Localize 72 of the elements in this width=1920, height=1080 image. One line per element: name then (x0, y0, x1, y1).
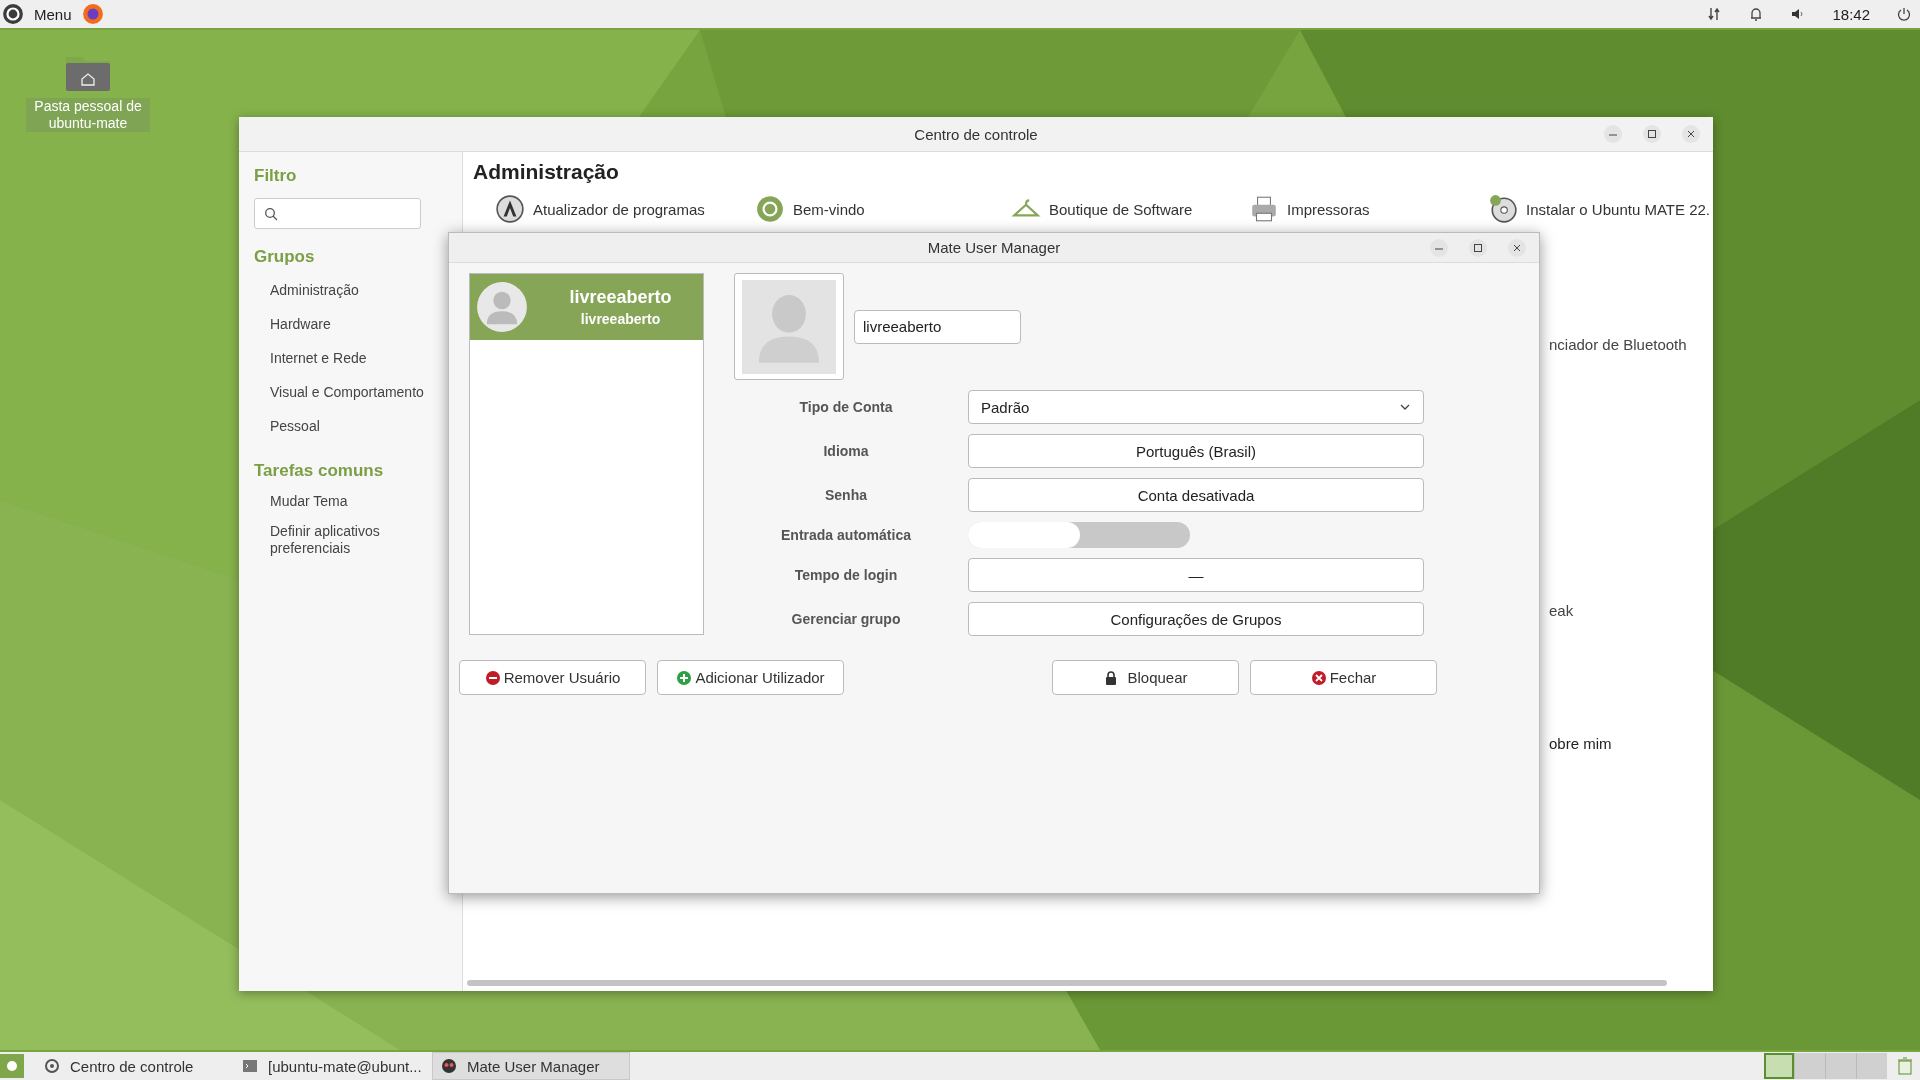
show-desktop-icon[interactable] (0, 1054, 24, 1078)
launcher-label[interactable]: obre mim (1549, 735, 1612, 752)
toggle-switch[interactable] (968, 522, 1190, 548)
launcher-label[interactable]: Instalar o Ubuntu MATE 22. (1526, 200, 1710, 218)
sidebar-item[interactable]: Internet e Rede (270, 347, 367, 381)
settings-icon (44, 1058, 60, 1074)
minus-icon (484, 669, 501, 686)
launcher-label[interactable]: Impressoras (1287, 200, 1370, 218)
account-type-dropdown[interactable]: Padrão (968, 390, 1424, 424)
close-icon[interactable] (1507, 237, 1527, 258)
close-icon[interactable] (1681, 124, 1701, 144)
field-label: Tipo de Conta (798, 399, 894, 415)
user-name: livreeaberto (569, 287, 672, 308)
person-icon (741, 279, 837, 374)
sidebar-item[interactable]: Administração (270, 279, 359, 313)
clock[interactable]: 18:42 (1832, 5, 1870, 23)
minimize-icon[interactable] (1603, 124, 1623, 144)
avatar-icon (476, 281, 528, 333)
launcher-label[interactable]: eak (1549, 602, 1574, 619)
launcher-label[interactable]: nciador de Bluetooth (1549, 336, 1687, 353)
section-title: Administração (473, 160, 620, 184)
printer-icon[interactable] (1249, 194, 1279, 224)
maximize-icon[interactable] (1642, 124, 1662, 144)
lock-button[interactable]: Bloquear (1052, 660, 1239, 695)
taskbar-item[interactable]: Centro de controle (36, 1052, 234, 1080)
field-label: Gerenciar grupo (790, 611, 902, 627)
search-field[interactable] (254, 198, 421, 229)
sidebar-item[interactable]: Visual e Comportamento (270, 381, 424, 415)
launcher-label[interactable]: Boutique de Software (1049, 200, 1193, 218)
remove-button[interactable]: Remover Usuário (459, 660, 646, 695)
window-title: Centro de controle (914, 125, 1038, 143)
add-button[interactable]: Adicionar Utilizador (657, 660, 844, 695)
launcher-label[interactable]: Atualizador de programas (533, 200, 705, 218)
taskbar-item[interactable]: [ubuntu-mate@ubunt... (234, 1052, 432, 1080)
trash-icon[interactable] (1895, 1056, 1915, 1076)
sidebar-item[interactable]: Definir aplicativos preferenciais (270, 523, 440, 557)
sidebar-heading: Grupos (254, 247, 315, 267)
scrollbar[interactable] (467, 980, 1667, 986)
field-label: Idioma (822, 443, 870, 459)
menu-label[interactable]: Menu (34, 5, 72, 23)
field-label: Entrada automática (780, 527, 912, 543)
browser-icon[interactable] (81, 3, 104, 25)
search-icon (264, 206, 278, 221)
disc-icon[interactable] (1488, 194, 1518, 224)
sidebar-item[interactable]: Hardware (270, 313, 331, 347)
field-label: Tempo de login (793, 567, 899, 583)
sidebar-item[interactable]: Mudar Tema (270, 493, 440, 510)
close-icon (1310, 669, 1327, 686)
field-label: Senha (824, 487, 868, 503)
minimize-icon[interactable] (1429, 237, 1449, 258)
field-button[interactable]: — (968, 558, 1424, 592)
welcome-icon[interactable] (755, 194, 785, 224)
taskbar-item[interactable]: Mate User Manager (432, 1052, 630, 1080)
field-button[interactable]: Conta desativada (968, 478, 1424, 512)
updater-icon[interactable] (495, 194, 525, 224)
field-button[interactable]: Configurações de Grupos (968, 602, 1424, 636)
user-login: livreeaberto (580, 311, 661, 327)
logo-icon[interactable] (2, 3, 24, 25)
maximize-icon[interactable] (1468, 237, 1488, 258)
field-button[interactable]: Português (Brasil) (968, 434, 1424, 468)
username-field[interactable]: livreeaberto (854, 309, 1021, 344)
sidebar-heading: Filtro (254, 166, 297, 186)
sidebar-item[interactable]: Pessoal (270, 415, 320, 449)
close-button[interactable]: Fechar (1250, 660, 1437, 695)
sidebar-heading: Tarefas comuns (254, 461, 384, 481)
workspace-switcher[interactable] (1764, 1053, 1887, 1079)
plus-icon (676, 669, 693, 686)
users-icon (441, 1058, 457, 1074)
dialog-title: Mate User Manager (927, 239, 1061, 256)
power-icon[interactable] (1896, 6, 1912, 22)
launcher-label[interactable]: Bem-vindo (793, 200, 865, 218)
terminal-icon (242, 1058, 258, 1074)
